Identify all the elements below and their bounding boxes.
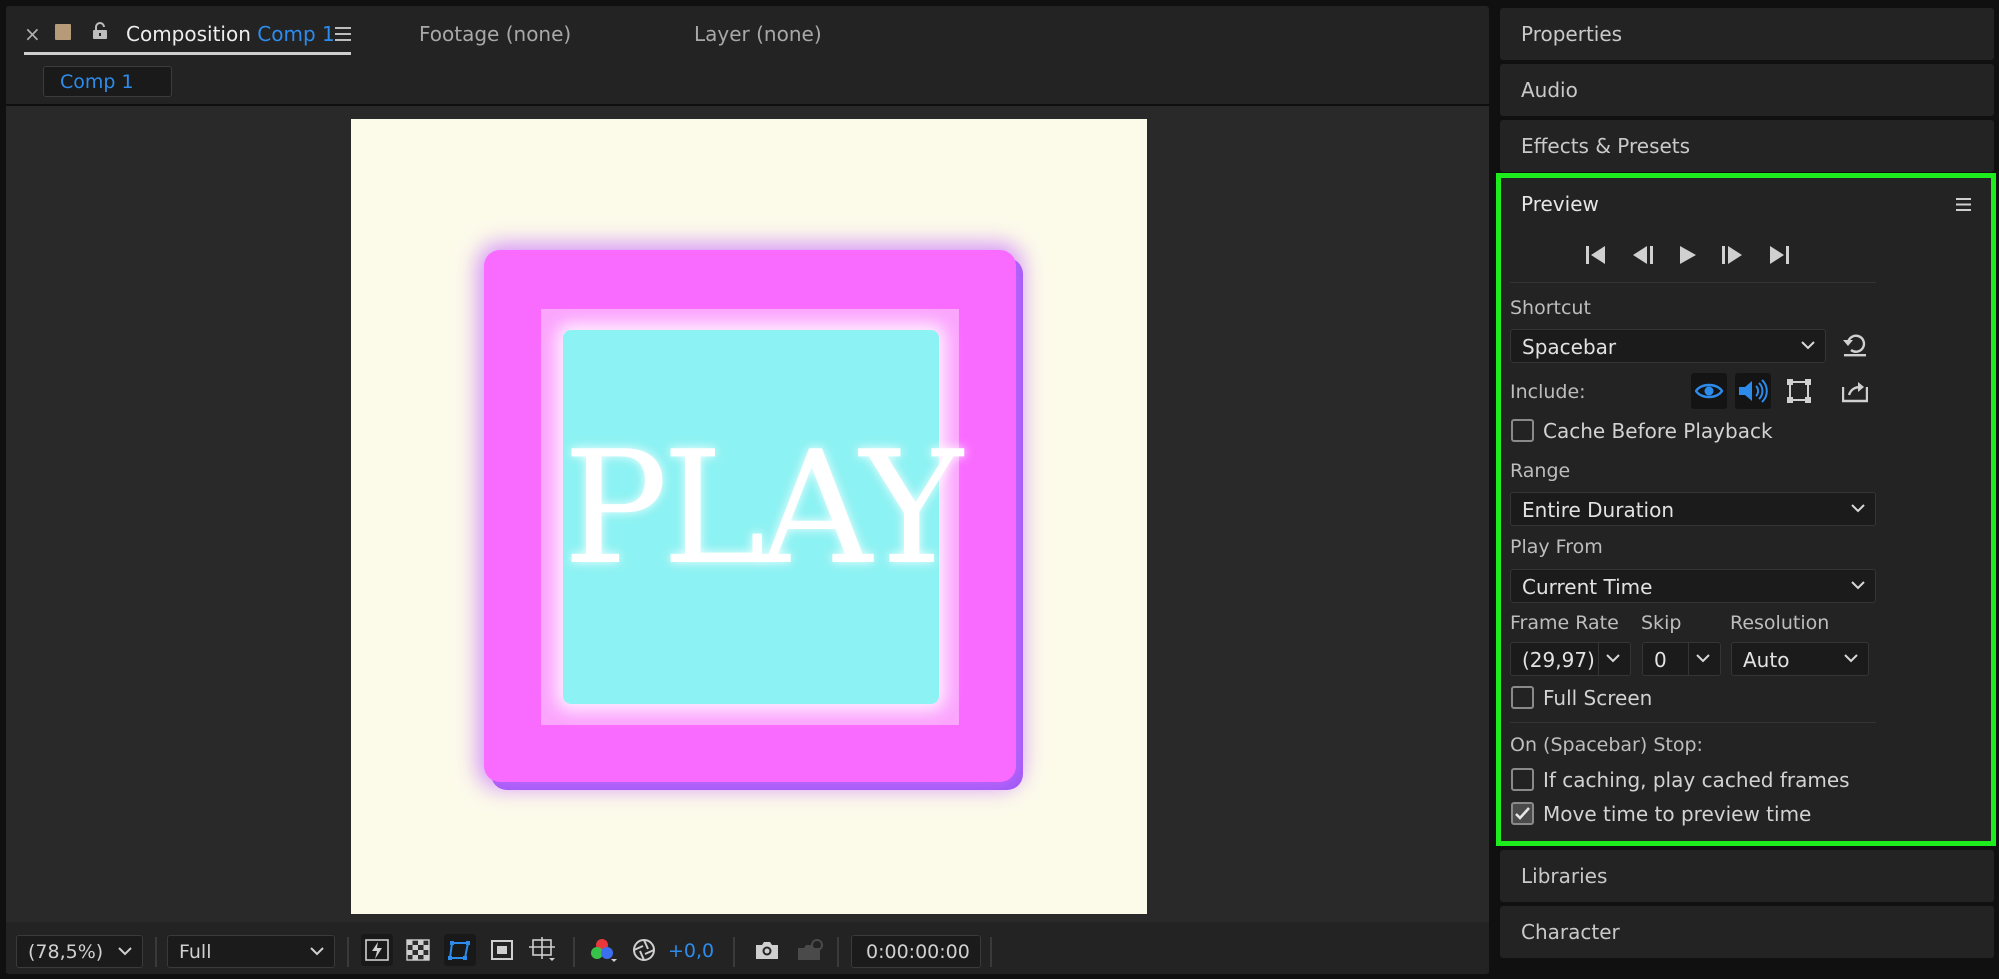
tab-composition-label: Composition	[126, 22, 251, 46]
dropdown-split-divider	[1688, 643, 1689, 675]
preview-divider	[1510, 722, 1876, 723]
play-graphic-text: PLAY	[563, 417, 963, 599]
lock-icon[interactable]	[92, 22, 108, 40]
export-to-external-monitor-icon[interactable]	[1842, 379, 1868, 403]
frame-rate-value: (29,97)	[1522, 648, 1595, 672]
include-video-icon[interactable]	[1691, 373, 1727, 409]
tab-composition[interactable]: Composition Comp 1	[126, 22, 335, 46]
libraries-panel-header[interactable]: Libraries	[1500, 850, 1994, 902]
include-overlays-icon[interactable]	[1781, 373, 1817, 409]
current-time-value: 0:00:00:00	[866, 941, 970, 963]
transparency-grid-icon[interactable]	[402, 934, 434, 966]
if-caching-label: If caching, play cached frames	[1543, 768, 1850, 792]
character-panel-title: Character	[1521, 920, 1620, 944]
first-frame-icon[interactable]	[1585, 245, 1607, 265]
guides-grid-icon[interactable]	[526, 934, 558, 966]
play-from-label: Play From	[1510, 536, 1603, 558]
tab-composition-comp-name: Comp 1	[257, 22, 335, 46]
chevron-down-icon	[1696, 654, 1710, 663]
audio-panel-title: Audio	[1521, 78, 1578, 102]
reset-shortcut-icon[interactable]	[1842, 333, 1868, 357]
panel-menu-icon[interactable]	[1956, 198, 1971, 211]
tab-layer[interactable]: Layer (none)	[694, 22, 822, 46]
chevron-down-icon	[1844, 654, 1858, 663]
shortcut-dropdown[interactable]: Spacebar	[1510, 329, 1826, 363]
toolbar-divider	[990, 937, 992, 967]
properties-panel-header[interactable]: Properties	[1500, 8, 1994, 60]
tab-footage[interactable]: Footage (none)	[419, 22, 571, 46]
play-from-value: Current Time	[1522, 575, 1653, 599]
chevron-down-icon	[1851, 581, 1865, 590]
panel-menu-icon[interactable]	[335, 27, 351, 41]
fast-previews-icon[interactable]	[361, 934, 393, 966]
current-time-field[interactable]: 0:00:00:00	[851, 935, 981, 968]
toolbar-divider	[347, 937, 349, 967]
reset-exposure-icon[interactable]	[628, 934, 660, 966]
last-frame-icon[interactable]	[1768, 245, 1790, 265]
region-of-interest-icon[interactable]	[486, 934, 518, 966]
exposure-value[interactable]: +0,0	[668, 940, 714, 962]
skip-dropdown[interactable]: 0	[1642, 642, 1721, 676]
preview-divider	[1510, 282, 1876, 283]
play-from-dropdown[interactable]: Current Time	[1510, 569, 1876, 603]
toolbar-divider	[733, 937, 735, 967]
show-snapshot-icon[interactable]	[793, 934, 825, 966]
range-dropdown[interactable]: Entire Duration	[1510, 492, 1876, 526]
effects-presets-panel-title: Effects & Presets	[1521, 134, 1691, 158]
frame-rate-dropdown[interactable]: (29,97)	[1510, 642, 1631, 676]
include-label: Include:	[1510, 381, 1586, 403]
toolbar-divider	[155, 937, 157, 967]
range-label: Range	[1510, 460, 1571, 482]
chevron-down-icon	[1606, 654, 1620, 663]
next-frame-icon[interactable]	[1720, 245, 1744, 265]
if-caching-checkbox[interactable]	[1511, 768, 1534, 791]
libraries-panel-title: Libraries	[1521, 864, 1608, 888]
chevron-down-icon	[1801, 341, 1815, 350]
mask-path-visibility-icon[interactable]	[444, 934, 476, 966]
preview-resolution-value: Auto	[1743, 648, 1790, 672]
shortcut-label: Shortcut	[1510, 297, 1591, 319]
effects-presets-panel-header[interactable]: Effects & Presets	[1500, 120, 1994, 172]
magnification-dropdown[interactable]: (78,5%)	[16, 935, 143, 968]
toolbar-divider	[837, 937, 839, 967]
previous-frame-icon[interactable]	[1631, 245, 1655, 265]
chevron-down-icon	[118, 947, 132, 956]
full-screen-checkbox[interactable]	[1511, 686, 1534, 709]
full-screen-label: Full Screen	[1543, 686, 1653, 710]
include-audio-icon[interactable]	[1735, 373, 1771, 409]
range-value: Entire Duration	[1522, 498, 1675, 522]
comp-navigator-chip[interactable]: Comp 1	[43, 66, 172, 97]
stop-behavior-label: On (Spacebar) Stop:	[1510, 734, 1703, 756]
move-time-checkbox[interactable]	[1511, 802, 1534, 825]
checkmark-icon	[1515, 807, 1530, 820]
magnification-value: (78,5%)	[28, 941, 104, 963]
resolution-dropdown-preview[interactable]: Auto	[1731, 642, 1869, 676]
resolution-value: Full	[179, 941, 212, 963]
cache-before-playback-label: Cache Before Playback	[1543, 419, 1773, 443]
properties-panel-title: Properties	[1521, 22, 1623, 46]
play-icon[interactable]	[1679, 245, 1697, 265]
dropdown-split-divider	[1598, 643, 1599, 675]
toolbar-divider	[573, 937, 575, 967]
chevron-down-icon	[1851, 504, 1865, 513]
preview-panel-title: Preview	[1521, 192, 1599, 216]
resolution-dropdown[interactable]: Full	[167, 935, 335, 968]
skip-value: 0	[1654, 648, 1667, 672]
frame-rate-label: Frame Rate	[1510, 612, 1619, 634]
skip-label: Skip	[1641, 612, 1682, 634]
active-tab-underline	[24, 52, 351, 55]
cache-before-playback-checkbox[interactable]	[1511, 419, 1534, 442]
audio-panel-header[interactable]: Audio	[1500, 64, 1994, 116]
shortcut-value: Spacebar	[1522, 335, 1617, 359]
chevron-down-icon	[310, 947, 324, 956]
close-tab-icon[interactable]: ×	[24, 22, 41, 46]
resolution-label: Resolution	[1730, 612, 1830, 634]
channel-rgb-icon[interactable]	[587, 934, 619, 966]
snapshot-camera-icon[interactable]	[751, 934, 783, 966]
move-time-label: Move time to preview time	[1543, 802, 1812, 826]
comp-color-label-icon[interactable]	[55, 24, 71, 40]
character-panel-header[interactable]: Character	[1500, 906, 1994, 958]
